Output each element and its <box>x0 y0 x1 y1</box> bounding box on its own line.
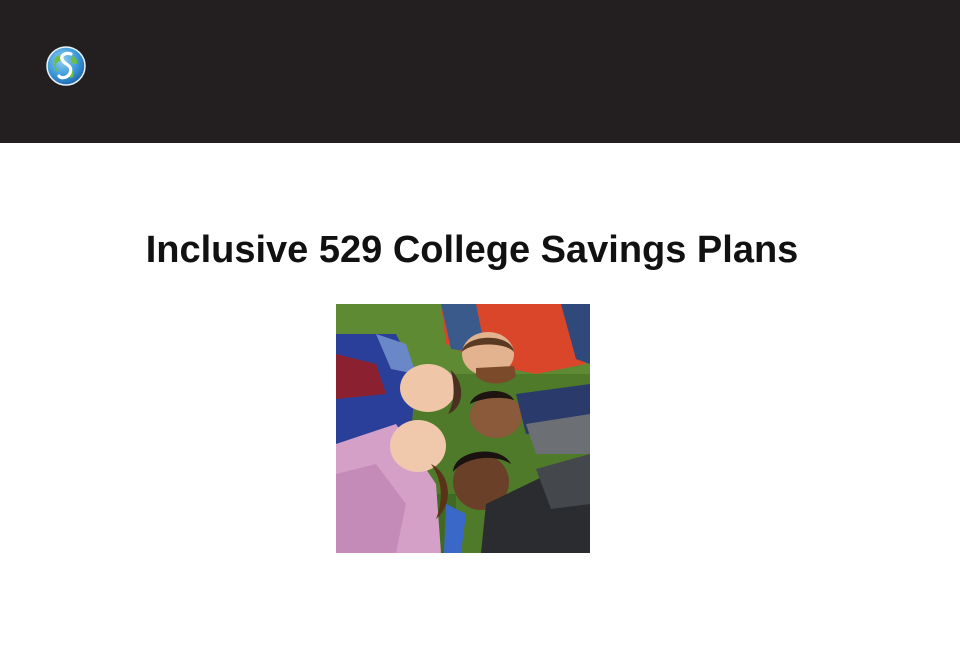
slide: Inclusive 529 College Savings Plans <box>0 0 960 672</box>
globe-s-logo-icon <box>46 46 86 86</box>
header-bar <box>0 0 960 143</box>
children-circle-photo <box>336 304 590 553</box>
slide-title: Inclusive 529 College Savings Plans <box>145 229 799 271</box>
